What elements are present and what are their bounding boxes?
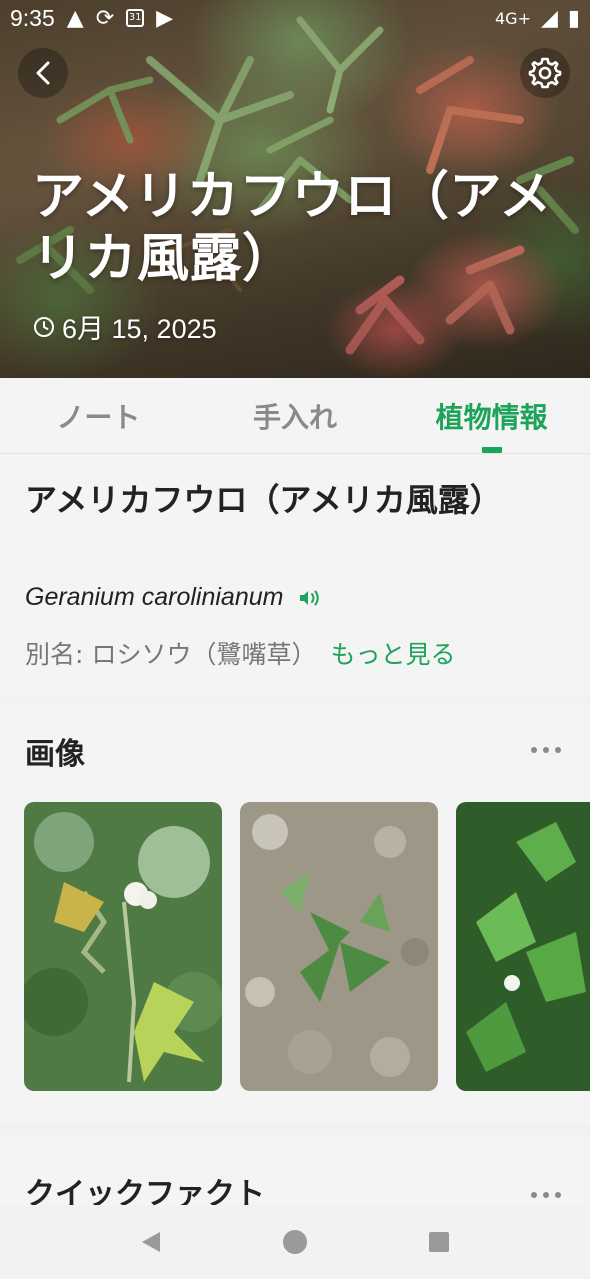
tab-notes[interactable]: ノート <box>0 378 197 453</box>
calendar-icon: 31 <box>126 9 145 27</box>
more-link[interactable]: もっと見る <box>330 635 455 671</box>
nav-back-icon[interactable] <box>138 1229 164 1255</box>
sync-icon: ⟳ <box>95 5 115 31</box>
thumbnail-flower[interactable] <box>24 802 222 1091</box>
nav-recents-icon[interactable] <box>426 1229 452 1255</box>
date-text: 6月 15, 2025 <box>62 314 217 344</box>
warning-icon: ▲ <box>66 5 84 31</box>
observation-date: 6月 15, 2025 <box>32 307 217 346</box>
plant-info-section: アメリカフウロ（アメリカ風露） Geranium carolinianum 別名… <box>0 455 590 695</box>
alias-value: ロシソウ（鷺嘴草） <box>91 640 317 669</box>
status-time: 9:35 <box>10 4 55 31</box>
clock-icon <box>34 316 54 337</box>
chevron-left-icon <box>36 61 50 85</box>
settings-button[interactable] <box>520 48 570 98</box>
alias-label: 別名: <box>25 640 84 669</box>
nav-home-icon[interactable] <box>281 1228 309 1256</box>
alias-row: 別名: ロシソウ（鷺嘴草） もっと見る <box>25 635 455 671</box>
tab-care[interactable]: 手入れ <box>197 378 394 453</box>
scientific-name: Geranium carolinianum <box>25 583 284 611</box>
back-button[interactable] <box>18 48 68 98</box>
youtube-icon: ▶ <box>156 5 174 31</box>
battery-icon: ▮ <box>567 5 580 31</box>
images-section: 画像 <box>0 705 590 1123</box>
system-nav-bar <box>0 1205 590 1279</box>
images-title: 画像 <box>25 737 85 772</box>
thumbnail-leaves[interactable] <box>456 802 590 1091</box>
speaker-icon[interactable] <box>297 587 323 609</box>
network-icon: 4G+ <box>494 8 531 28</box>
tab-plant-info[interactable]: 植物情報 <box>393 378 590 453</box>
tab-bar: ノート 手入れ 植物情報 <box>0 378 590 454</box>
thumbnail-gravel[interactable] <box>240 802 438 1091</box>
status-bar: 9:35 ▲ ⟳ 31 ▶ 4G+ ◢ ▮ <box>0 0 590 36</box>
signal-icon: ◢ <box>540 5 558 31</box>
page-title: アメリカフウロ（アメリカ風露） <box>32 168 552 288</box>
gear-icon <box>528 57 562 89</box>
more-options-icon[interactable] <box>531 747 561 753</box>
more-options-icon[interactable] <box>531 1192 561 1198</box>
plant-name: アメリカフウロ（アメリカ風露） <box>25 481 502 519</box>
